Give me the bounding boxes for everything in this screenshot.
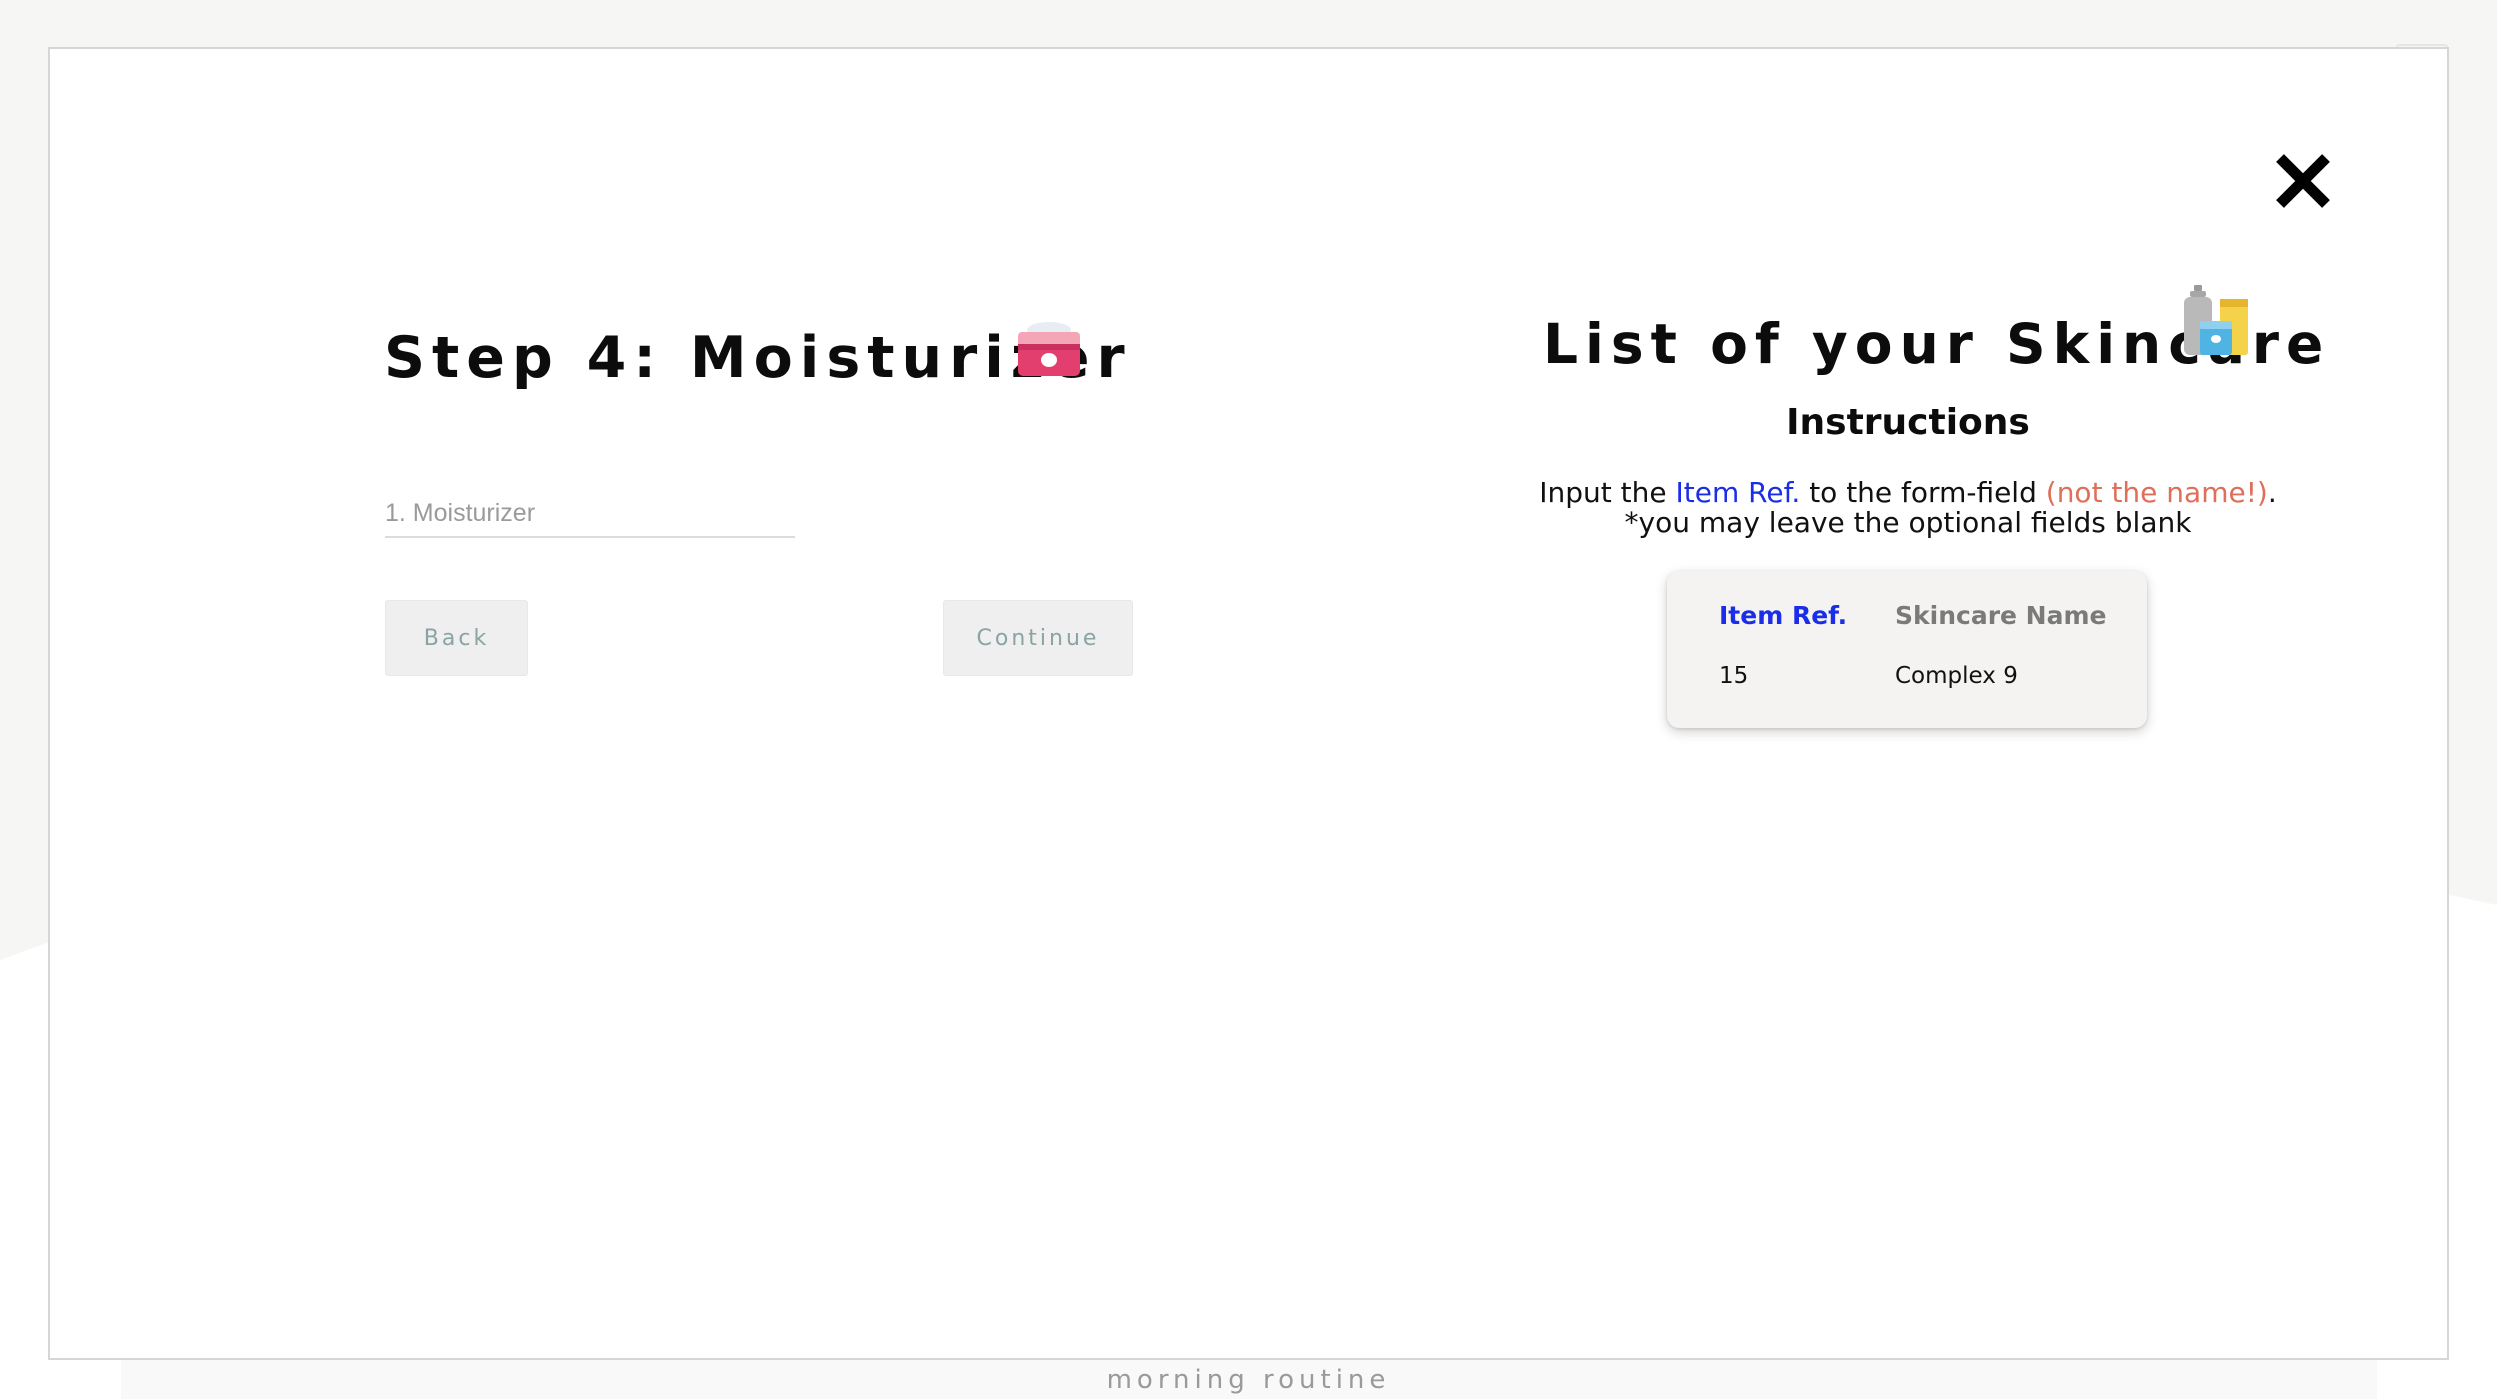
skincare-reference-table: Item Ref. Skincare Name 15 Complex 9 [1667,571,2147,728]
warning-note: (not the name!) [2045,476,2268,509]
instructions-line-2: *you may leave the optional fields blank [1624,506,2192,539]
moisturizer-jar-icon [1015,320,1083,382]
instructions-heading: Instructions [1786,402,2030,443]
instructions-text: . [2267,476,2277,509]
close-icon[interactable] [2272,150,2334,212]
moisturizer-input-wrap [385,490,795,538]
table-cell-skincare-name: Complex 9 [1895,663,2018,689]
instructions-text: Input the [1539,476,1676,509]
column-header-skincare-name: Skincare Name [1895,601,2107,630]
item-ref-highlight: Item Ref. [1675,476,1801,509]
footer-label: morning routine [1106,1365,1391,1395]
column-header-item-ref: Item Ref. [1719,601,1848,630]
skincare-bottles-icon [2180,285,2256,361]
continue-button[interactable]: Continue [943,600,1133,676]
back-button[interactable]: Back [385,600,528,676]
moisturizer-input[interactable] [385,490,795,536]
instructions-text: to the form-field [1800,476,2046,509]
instructions-line-1: Input the Item Ref. to the form-field (n… [1408,476,2408,509]
table-cell-item-ref: 15 [1719,663,1749,689]
